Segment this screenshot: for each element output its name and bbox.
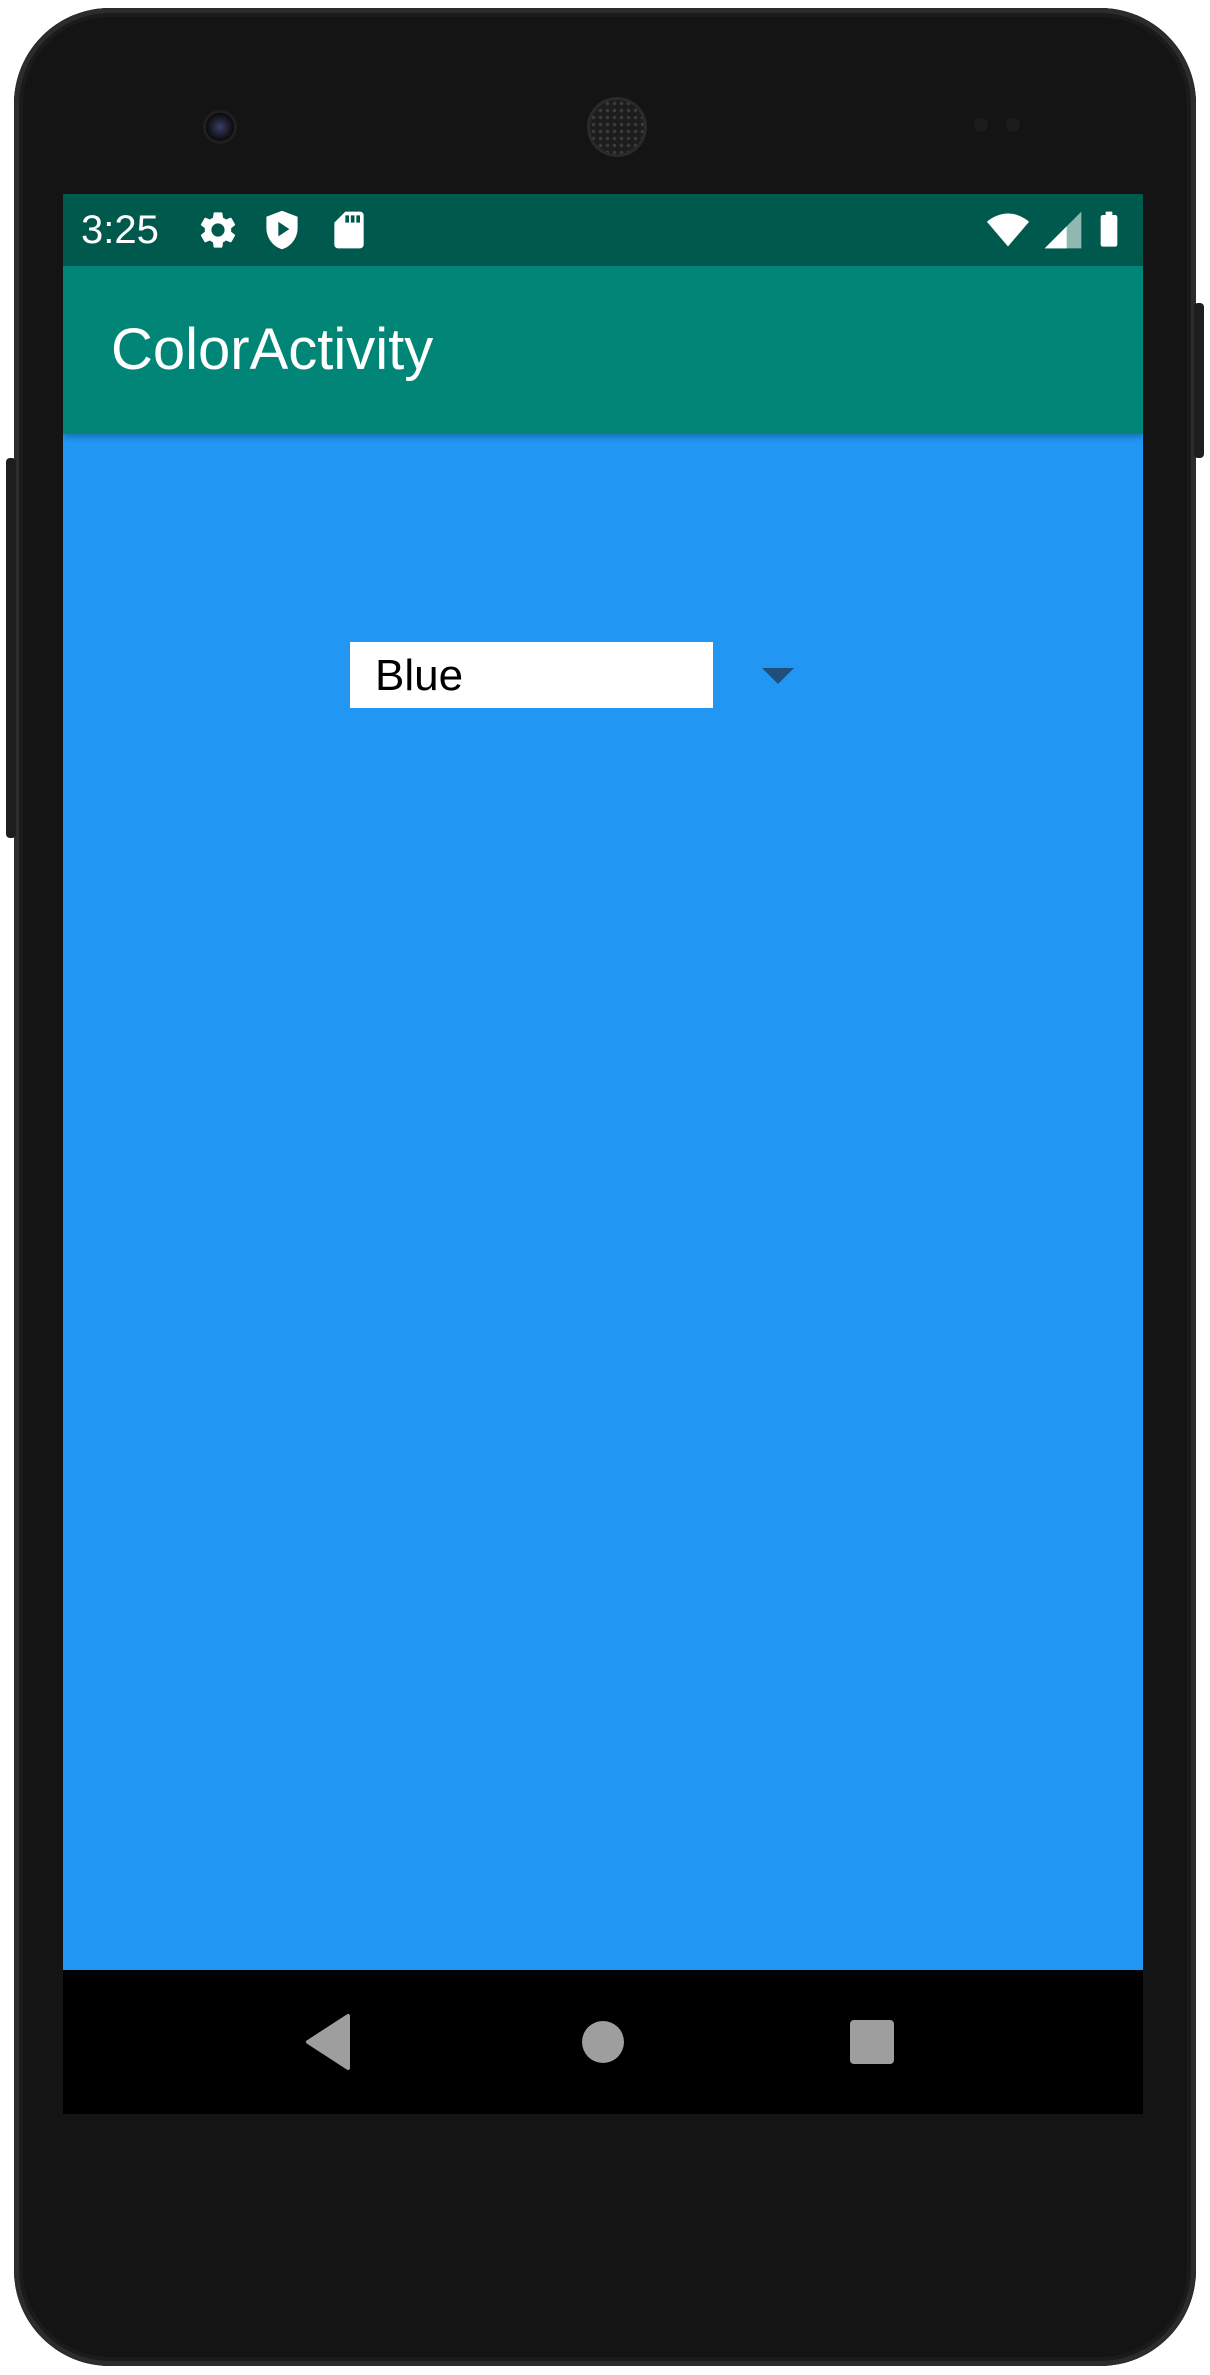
light-sensor — [1006, 118, 1020, 132]
device-screen: 3:25 ColorActivity Blue — [63, 194, 1143, 2114]
status-time: 3:25 — [81, 208, 159, 252]
back-icon[interactable] — [300, 2010, 364, 2074]
proximity-sensor — [974, 118, 988, 132]
front-camera — [206, 113, 234, 141]
app-title: ColorActivity — [111, 317, 434, 382]
app-bar: ColorActivity — [63, 266, 1143, 434]
battery-icon — [1100, 211, 1118, 247]
spinner-selected-value: Blue — [375, 651, 464, 700]
play-protect-icon — [266, 210, 298, 250]
status-bar: 3:25 — [63, 194, 1143, 266]
settings-icon — [200, 212, 236, 248]
dropdown-arrow-icon[interactable] — [762, 668, 794, 684]
home-icon[interactable] — [571, 2010, 635, 2074]
power-button — [1194, 303, 1204, 458]
navigation-bar — [63, 1970, 1143, 2114]
color-spinner[interactable]: Blue — [350, 642, 830, 708]
earpiece-speaker — [590, 100, 644, 154]
recents-icon[interactable] — [840, 2010, 904, 2074]
signal-icon — [1044, 211, 1082, 249]
volume-button — [6, 458, 16, 838]
spinner-selected-field[interactable]: Blue — [350, 642, 713, 708]
wifi-icon — [986, 213, 1030, 247]
color-content-area: Blue — [63, 434, 1143, 1970]
sd-card-icon — [334, 211, 364, 249]
